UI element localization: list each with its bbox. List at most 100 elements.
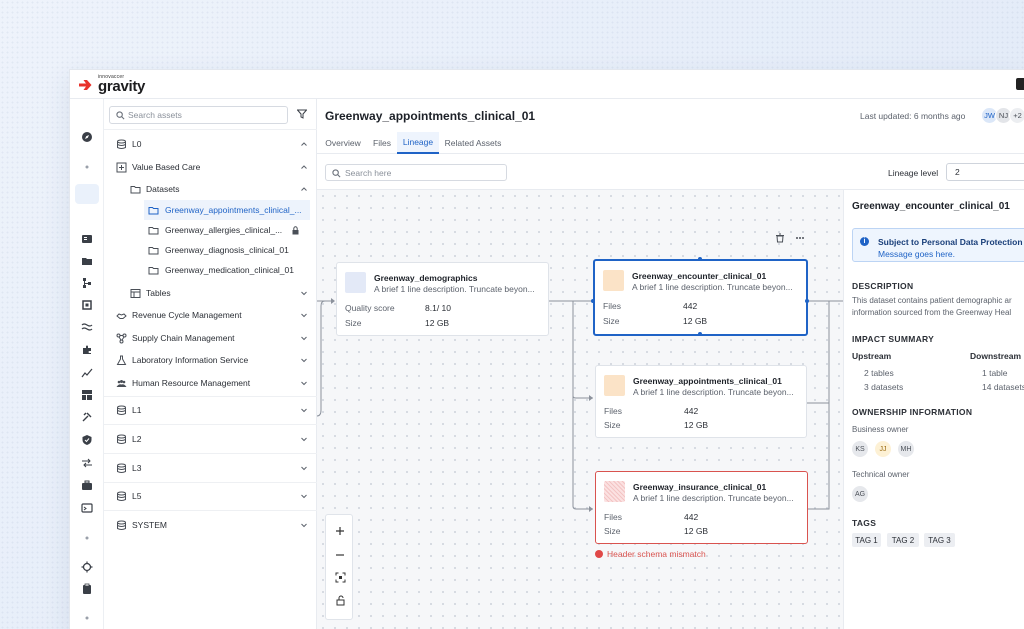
lineage-node-greenway-insurance[interactable]: Greenway_insurance_clinical_01 A brief 1…: [595, 471, 808, 544]
business-owner-label: Business owner: [852, 425, 909, 434]
tree-item-greenway-appointments[interactable]: Greenway_appointments_clinical_...: [144, 200, 310, 220]
tree-item-l3[interactable]: L3: [104, 458, 317, 478]
node-handle-right[interactable]: [805, 299, 809, 303]
zoom-out-button[interactable]: [326, 543, 354, 566]
tree-item-greenway-diagnosis[interactable]: Greenway_diagnosis_clinical_01: [104, 240, 317, 260]
tree-item-label: Tables: [146, 288, 171, 298]
catalog-icon[interactable]: [81, 233, 93, 245]
fit-view-button[interactable]: [326, 566, 354, 589]
chevron-down-icon[interactable]: [299, 463, 309, 473]
scan-icon[interactable]: [81, 299, 93, 311]
downstream-tables[interactable]: 1 table: [982, 368, 1008, 378]
tab-lineage[interactable]: Lineage: [397, 132, 439, 154]
search-assets-input[interactable]: Search assets: [109, 106, 288, 124]
tree-item-l1[interactable]: L1: [104, 400, 317, 420]
chevron-down-icon[interactable]: [299, 405, 309, 415]
tag-chip[interactable]: TAG 1: [852, 533, 881, 547]
avatar-overflow[interactable]: +2: [1009, 107, 1024, 124]
info-icon: i: [860, 237, 869, 246]
node-handle-left[interactable]: [591, 299, 595, 303]
upstream-tables[interactable]: 2 tables: [864, 368, 894, 378]
chevron-up-icon[interactable]: [299, 184, 309, 194]
lineage-level-label: Lineage level: [888, 168, 939, 178]
owner-avatar[interactable]: KS: [852, 441, 868, 457]
chevron-down-icon[interactable]: [299, 491, 309, 501]
lineage-search-placeholder: Search here: [345, 167, 392, 178]
node-key: Size: [604, 420, 621, 430]
compass-icon[interactable]: [81, 131, 93, 143]
chevron-down-icon[interactable]: [299, 333, 309, 343]
tag-chip[interactable]: TAG 3: [924, 533, 955, 547]
tree-item-value-based-care[interactable]: Value Based Care: [104, 157, 317, 177]
tree-item-tables[interactable]: Tables: [104, 283, 317, 303]
notification-icon[interactable]: [1016, 78, 1024, 90]
node-handle-bottom[interactable]: [698, 332, 702, 336]
lineage-node-greenway-demographics[interactable]: Greenway_demographics A brief 1 line des…: [336, 262, 549, 336]
terminal-icon[interactable]: [81, 502, 93, 514]
dataset-thumbnail: [603, 270, 624, 291]
tree-item-greenway-allergies[interactable]: Greenway_allergies_clinical_...: [104, 220, 317, 240]
tags-heading: TAGS: [852, 518, 877, 528]
collaborator-avatars[interactable]: JW NJ +2: [981, 107, 1024, 124]
zoom-in-button[interactable]: [326, 519, 354, 542]
lock-icon: [292, 226, 299, 235]
chevron-down-icon[interactable]: [299, 520, 309, 530]
lineage-level-input[interactable]: 2: [946, 163, 1024, 181]
briefcase-icon[interactable]: [81, 479, 93, 491]
compare-icon[interactable]: [81, 457, 93, 469]
chart-icon[interactable]: [81, 367, 93, 379]
folder-icon[interactable]: [81, 255, 93, 267]
tree-item-greenway-medication[interactable]: Greenway_medication_clinical_01: [104, 260, 317, 280]
chevron-up-icon[interactable]: [299, 139, 309, 149]
filter-icon[interactable]: [297, 109, 307, 119]
chevron-up-icon[interactable]: [299, 162, 309, 172]
tag-chip[interactable]: TAG 2: [887, 533, 919, 547]
brand-logo[interactable]: innovaccer gravity: [78, 75, 145, 94]
tree-item-revenue-cycle[interactable]: Revenue Cycle Management: [104, 305, 317, 325]
node-handle-top[interactable]: [698, 257, 702, 261]
tree-item-laboratory[interactable]: Laboratory Information Service: [104, 350, 317, 370]
search-icon: [332, 169, 341, 178]
tab-files[interactable]: Files: [369, 132, 395, 154]
tree-item-label: Greenway_allergies_clinical_...: [165, 225, 283, 235]
tree-item-human-resource[interactable]: Human Resource Management: [104, 373, 317, 393]
lineage-node-greenway-encounter[interactable]: Greenway_encounter_clinical_01 A brief 1…: [593, 259, 808, 336]
upstream-datasets[interactable]: 3 datasets: [864, 382, 903, 392]
target-icon[interactable]: [81, 561, 93, 573]
flow-icon[interactable]: [81, 277, 93, 289]
chevron-down-icon[interactable]: [299, 288, 309, 298]
lock-view-button[interactable]: [326, 589, 354, 612]
waves-icon[interactable]: [81, 321, 93, 333]
chevron-down-icon[interactable]: [299, 434, 309, 444]
tree-item-datasets[interactable]: Datasets: [104, 179, 317, 199]
owner-avatar[interactable]: JJ: [875, 441, 891, 457]
puzzle-icon[interactable]: [81, 344, 93, 356]
tab-overview[interactable]: Overview: [321, 132, 365, 154]
chevron-down-icon[interactable]: [299, 355, 309, 365]
clipboard-icon[interactable]: [81, 583, 93, 595]
tree-item-system[interactable]: SYSTEM: [104, 515, 317, 535]
notice-link[interactable]: Message goes here.: [878, 249, 955, 259]
lineage-search-input[interactable]: Search here: [325, 164, 507, 181]
owner-avatar[interactable]: MH: [898, 441, 914, 457]
lineage-node-greenway-appointments[interactable]: Greenway_appointments_clinical_01 A brie…: [595, 365, 807, 438]
error-text: Header schema mismatch: [607, 549, 706, 559]
lineage-canvas[interactable]: Greenway_demographics A brief 1 line des…: [317, 189, 843, 629]
delete-icon[interactable]: [775, 233, 785, 243]
node-key: Files: [604, 512, 622, 522]
fit-view-icon: [335, 572, 345, 583]
tree-item-l0[interactable]: L0: [104, 134, 317, 154]
more-icon[interactable]: [795, 233, 805, 243]
chevron-down-icon[interactable]: [299, 310, 309, 320]
impact-summary-heading: IMPACT SUMMARY: [852, 334, 935, 344]
tools-icon[interactable]: [81, 411, 93, 423]
shield-icon[interactable]: [81, 434, 93, 446]
tab-related-assets[interactable]: Related Assets: [441, 132, 505, 154]
tree-item-l5[interactable]: L5: [104, 486, 317, 506]
owner-avatar[interactable]: AG: [852, 486, 868, 502]
chevron-down-icon[interactable]: [299, 378, 309, 388]
tree-item-supply-chain[interactable]: Supply Chain Management: [104, 328, 317, 348]
dashboard-icon[interactable]: [81, 389, 93, 401]
downstream-datasets[interactable]: 14 datasets: [982, 382, 1024, 392]
tree-item-l2[interactable]: L2: [104, 429, 317, 449]
